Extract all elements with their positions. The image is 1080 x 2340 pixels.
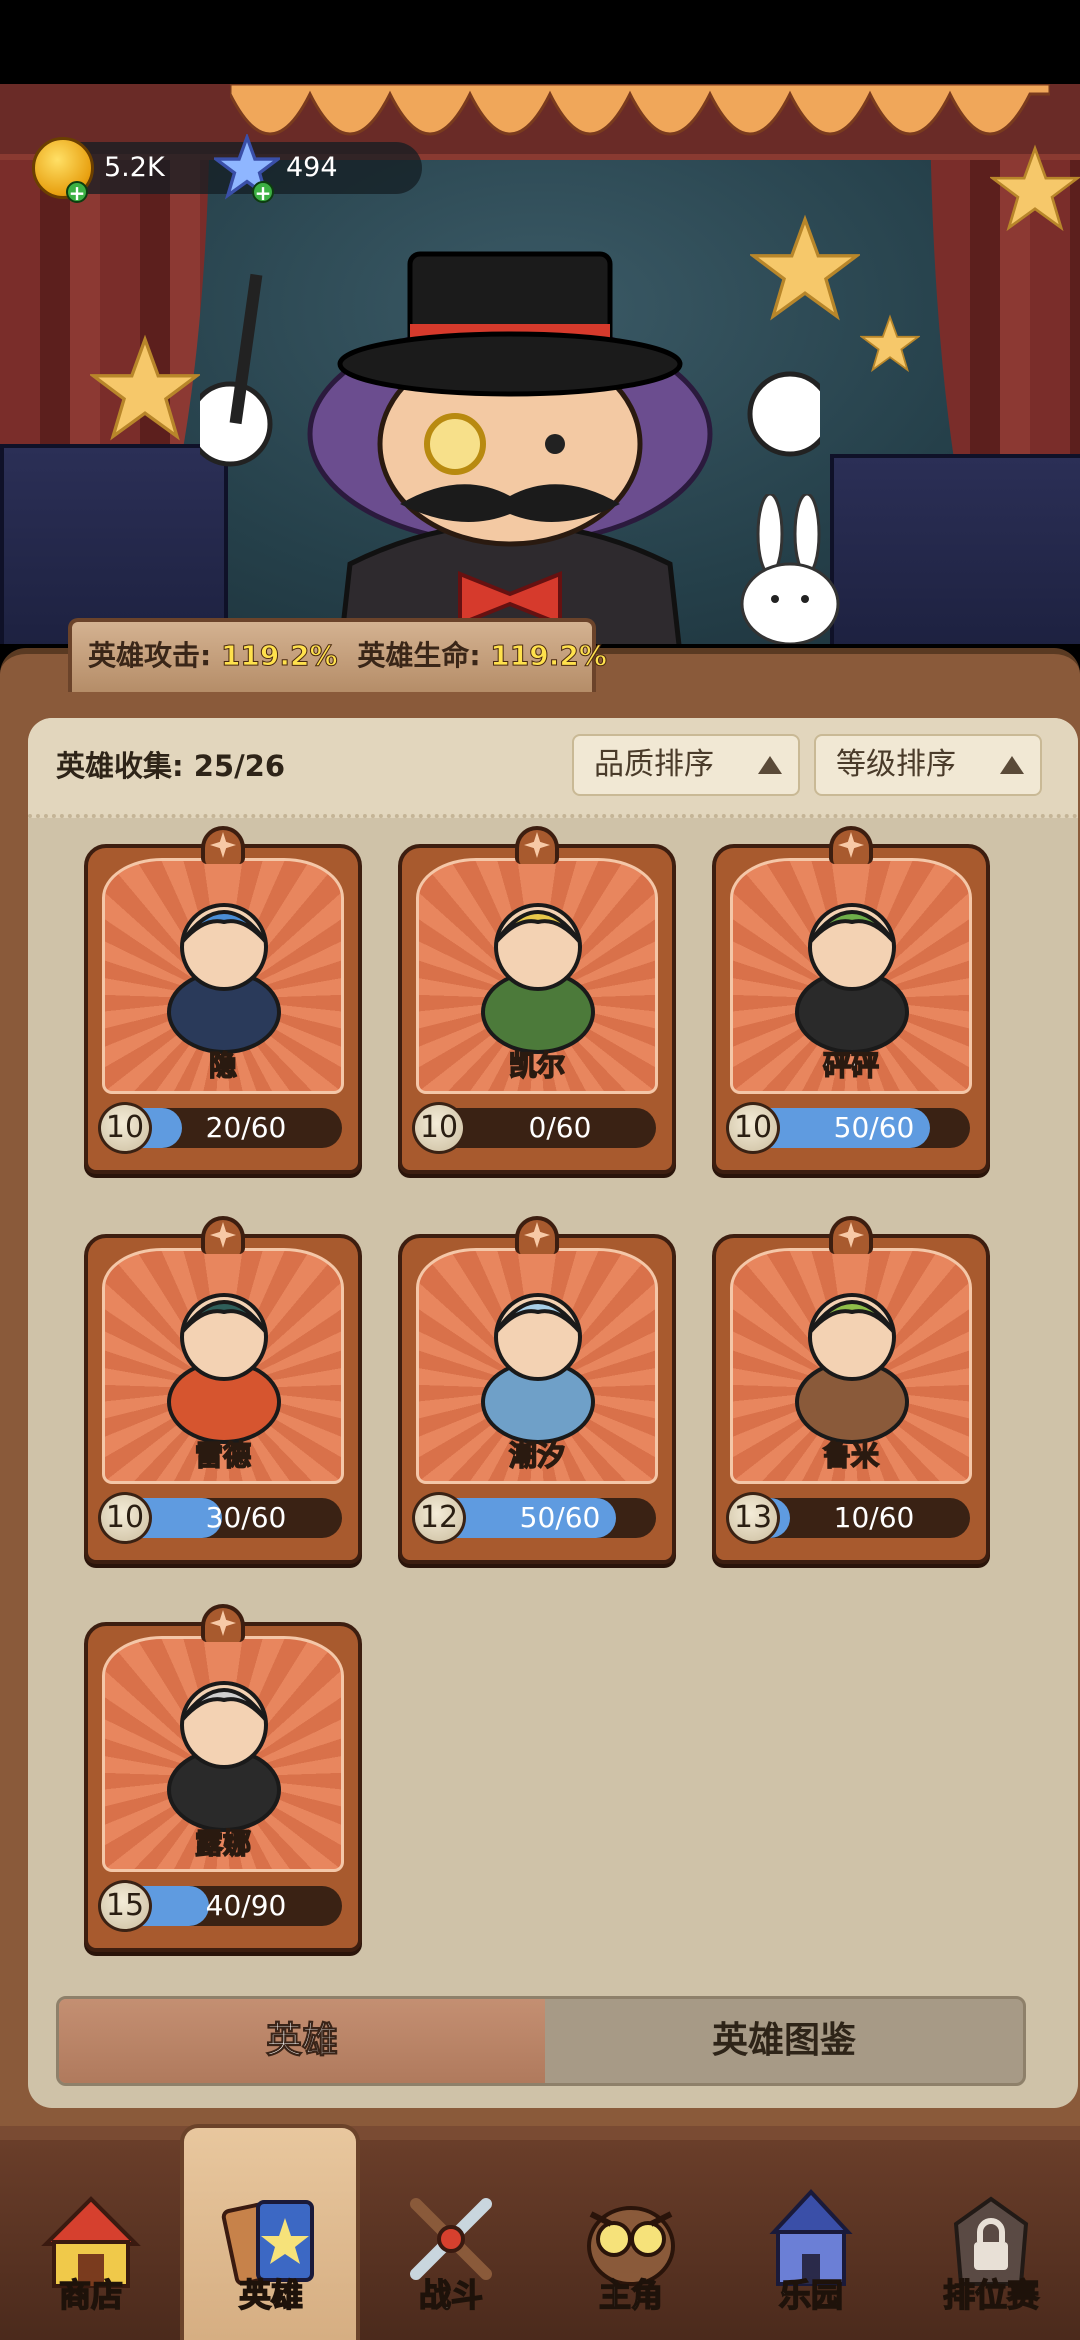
nav-item-4[interactable]: 乐园 xyxy=(726,2140,896,2340)
hero-level-badge: 13 xyxy=(726,1492,780,1544)
hero-shard-progress-text: 30/60 xyxy=(205,1501,287,1534)
hero-name: 露娜 xyxy=(194,1826,252,1861)
hero-card[interactable]: 露娜 15 40/90 xyxy=(84,1604,362,1952)
hero-card[interactable]: 潮汐 12 50/60 xyxy=(398,1216,676,1564)
hp-bonus-label: 英雄生命: xyxy=(357,639,481,672)
stage-boxes-right xyxy=(830,454,1080,644)
hero-shard-progress-text: 50/60 xyxy=(833,1111,915,1144)
hero-level-badge: 12 xyxy=(412,1492,466,1544)
gold-amount: 5.2K xyxy=(104,152,165,183)
hero-shard-progress-text: 50/60 xyxy=(519,1501,601,1534)
collection-value: 25/26 xyxy=(193,749,286,783)
hero-card[interactable]: 砰砰 10 50/60 xyxy=(712,826,990,1174)
hero-shard-progress-text: 20/60 xyxy=(205,1111,287,1144)
sort-quality-label: 品质排序 xyxy=(594,747,714,782)
add-gold-button[interactable]: + xyxy=(66,181,88,204)
hp-bonus-value: 119.2% xyxy=(490,639,608,673)
hero-name: 隐 xyxy=(208,1048,238,1083)
hero-card[interactable]: 雷德 10 30/60 xyxy=(84,1216,362,1564)
nav-label: 主角 xyxy=(598,2275,664,2315)
hero-portrait xyxy=(481,903,595,1054)
nav-label: 排位赛 xyxy=(942,2275,1040,2315)
collection-label: 英雄收集: xyxy=(56,749,184,783)
hero-shard-progress-text: 10/60 xyxy=(833,1501,915,1534)
nav-item-2[interactable]: 战斗 xyxy=(366,2140,536,2340)
hero-card[interactable]: 凯尔 10 0/60 xyxy=(398,826,676,1174)
hero-name: 砰砰 xyxy=(822,1048,880,1083)
sort-by-level-button[interactable]: 等级排序 xyxy=(814,734,1042,796)
hero-level-badge: 10 xyxy=(726,1102,780,1154)
hero-portrait xyxy=(167,903,281,1054)
nav-item-0[interactable]: 商店 xyxy=(6,2140,176,2340)
nav-label: 英雄 xyxy=(238,2275,304,2315)
hero-collection-count: 英雄收集: 25/26 xyxy=(56,744,285,788)
nav-item-3[interactable]: 主角 xyxy=(546,2140,716,2340)
gem-amount: 494 xyxy=(286,152,338,183)
sort-arrow-up-icon xyxy=(1000,756,1024,774)
hero-level-badge: 10 xyxy=(98,1492,152,1544)
hero-portrait xyxy=(795,1293,909,1444)
hero-name: 鲁米 xyxy=(822,1438,880,1473)
hero-card[interactable]: 隐 10 20/60 xyxy=(84,826,362,1174)
attack-bonus-value: 119.2% xyxy=(220,639,338,673)
magician-character xyxy=(200,251,820,644)
hero-portrait xyxy=(795,903,909,1054)
hero-portrait xyxy=(167,1293,281,1444)
tab-hero-codex[interactable]: 英雄图鉴 xyxy=(545,1999,1023,2083)
sort-level-label: 等级排序 xyxy=(836,747,956,782)
nav-label: 乐园 xyxy=(778,2275,844,2315)
hero-tabs: 英雄 英雄图鉴 xyxy=(56,1996,1026,2086)
status-bar xyxy=(0,0,1080,84)
hero-shard-progress-text: 40/90 xyxy=(205,1889,287,1922)
rabbit-character xyxy=(740,494,840,644)
star-icon xyxy=(860,314,920,373)
add-gems-button[interactable]: + xyxy=(252,181,274,204)
hero-card[interactable]: 鲁米 13 10/60 xyxy=(712,1216,990,1564)
tab-heroes[interactable]: 英雄 xyxy=(59,1999,545,2083)
nav-label: 商店 xyxy=(58,2275,124,2315)
nav-item-5[interactable]: 排位赛 xyxy=(906,2140,1076,2340)
hero-level-badge: 10 xyxy=(412,1102,466,1154)
star-icon xyxy=(90,334,200,441)
nav-label: 战斗 xyxy=(418,2275,484,2315)
hero-name: 雷德 xyxy=(194,1438,252,1473)
hero-bonus-plate: 英雄攻击: 119.2% 英雄生命: 119.2% xyxy=(68,618,607,692)
hero-name: 凯尔 xyxy=(508,1048,566,1083)
hero-name: 潮汐 xyxy=(508,1438,566,1473)
stage-boxes-left xyxy=(0,444,228,644)
attack-bonus-label: 英雄攻击: xyxy=(88,639,212,672)
sort-arrow-up-icon xyxy=(758,756,782,774)
hero-level-badge: 10 xyxy=(98,1102,152,1154)
hero-level-badge: 15 xyxy=(98,1880,152,1932)
sort-by-quality-button[interactable]: 品质排序 xyxy=(572,734,800,796)
star-icon xyxy=(990,144,1080,232)
hero-shard-progress-text: 0/60 xyxy=(528,1111,592,1144)
nav-item-1[interactable]: 英雄 xyxy=(186,2140,356,2340)
hero-portrait xyxy=(481,1293,595,1444)
hero-portrait xyxy=(167,1681,281,1832)
